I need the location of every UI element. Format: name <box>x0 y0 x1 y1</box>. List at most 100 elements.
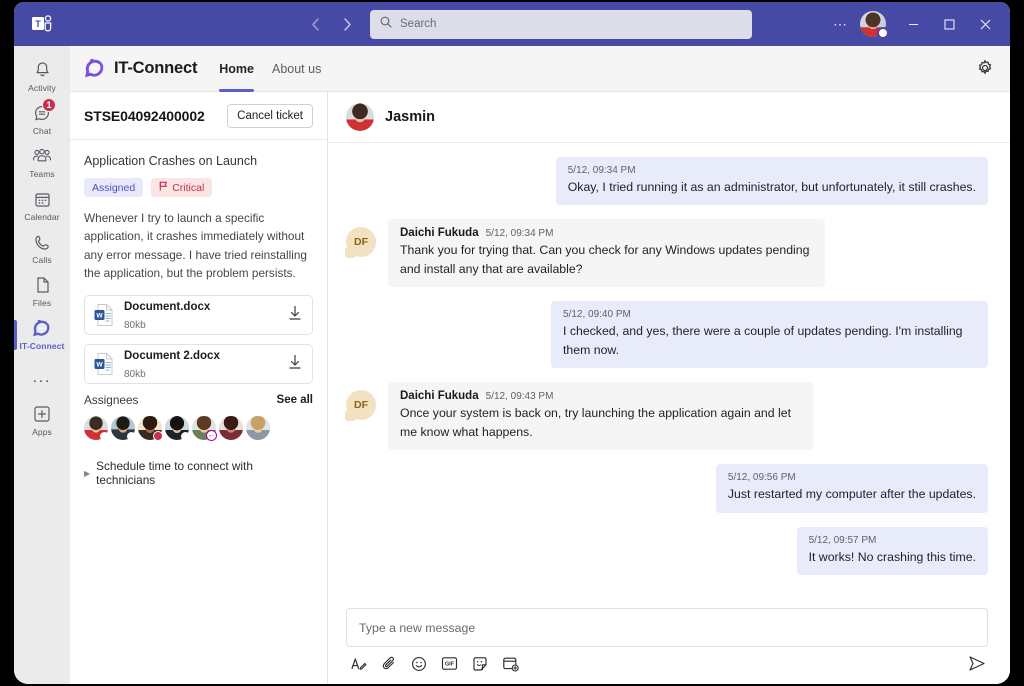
avatar[interactable] <box>219 416 243 441</box>
assignee-avatars: ← <box>84 416 313 442</box>
ticket-description: Whenever I try to launch a specific appl… <box>84 211 307 280</box>
sidebar-item-activity[interactable]: Activity <box>14 54 70 97</box>
avatar[interactable] <box>138 416 163 442</box>
assignees-label: Assignees <box>84 393 139 408</box>
search-placeholder: Search <box>400 18 437 30</box>
message-meta: 5/12, 09:40 PM <box>563 309 976 320</box>
schedule-technicians-label: Schedule time to connect with technician… <box>96 459 253 488</box>
sidebar-item-label: Activity <box>28 83 56 93</box>
message-meta: Daichi Fukuda 5/12, 09:43 PM <box>400 390 801 402</box>
avatar[interactable] <box>111 416 136 442</box>
plus-box-icon <box>30 403 54 425</box>
message-row: DF Daichi Fukuda 5/12, 09:43 PM Once you… <box>345 382 988 451</box>
file-icon <box>30 274 54 296</box>
priority-badge-label: Critical <box>172 181 205 194</box>
sidebar-item-files[interactable]: Files <box>14 269 70 312</box>
message-text: Once your system is back on, try launchi… <box>400 406 791 439</box>
apps-message-icon[interactable] <box>502 656 519 672</box>
sidebar-item-calls[interactable]: Calls <box>14 226 70 269</box>
search-icon <box>380 15 392 33</box>
app-tabs: Home About us <box>219 46 321 92</box>
send-icon[interactable] <box>968 655 986 672</box>
window-controls: ⋯ <box>826 2 1002 46</box>
message-list: 5/12, 09:34 PM Okay, I tried running it … <box>328 143 1010 608</box>
sidebar-item-label: Chat <box>32 126 52 136</box>
teams-people-icon <box>30 145 54 167</box>
ticket-badges: Assigned Critical <box>84 178 313 197</box>
message-bubble[interactable]: 5/12, 09:56 PM Just restarted my compute… <box>715 464 988 513</box>
message-row: 5/12, 09:40 PM I checked, and yes, there… <box>346 301 988 369</box>
message-text: Okay, I tried running it as an administr… <box>567 180 976 194</box>
attachment-card[interactable]: W Document 2.docx 80kb <box>84 344 313 385</box>
attach-icon[interactable] <box>381 655 397 672</box>
message-row: 5/12, 09:34 PM Okay, I tried running it … <box>346 157 988 206</box>
sender-avatar: DF <box>345 219 376 287</box>
attachment-meta: Document 2.docx 80kb <box>124 346 288 382</box>
svg-text:W: W <box>96 362 103 369</box>
attachment-name: Document.docx <box>124 301 211 314</box>
attachment-meta: Document.docx 80kb <box>124 297 288 333</box>
maximize-icon[interactable] <box>932 9 966 39</box>
sender-avatar: DF <box>345 382 376 450</box>
schedule-technicians-row[interactable]: ▶ Schedule time to connect with technici… <box>84 459 313 487</box>
emoji-icon[interactable] <box>411 656 427 672</box>
app-area: IT-Connect Home About us STSE04092400002… <box>70 46 1010 684</box>
message-bubble[interactable]: 5/12, 09:40 PM I checked, and yes, there… <box>551 301 988 369</box>
message-row: 5/12, 09:57 PM It works! No crashing thi… <box>346 526 988 575</box>
tab-about-us[interactable]: About us <box>272 46 321 92</box>
gear-icon[interactable] <box>976 59 994 82</box>
sidebar-item-chat[interactable]: 1 Chat <box>14 97 70 140</box>
phone-icon <box>30 231 54 253</box>
avatar[interactable] <box>84 416 109 442</box>
search-input[interactable]: Search <box>370 9 752 39</box>
ticket-title: Application Crashes on Launch <box>84 154 258 168</box>
ellipsis-icon[interactable]: ⋯ <box>826 10 854 38</box>
avatar[interactable] <box>246 416 270 441</box>
message-meta: 5/12, 09:34 PM <box>568 165 976 176</box>
it-connect-icon <box>30 317 54 339</box>
cancel-ticket-button[interactable]: Cancel ticket <box>227 103 313 128</box>
avatar-initials: DF <box>345 227 376 259</box>
teams-window: T Search ⋯ Activity 1 Chat Teams Calenda… <box>14 2 1010 684</box>
download-icon[interactable] <box>288 305 302 326</box>
format-icon[interactable] <box>350 655 367 672</box>
attachment-size: 80kb <box>124 320 146 332</box>
message-bubble[interactable]: 5/12, 09:34 PM Okay, I tried running it … <box>555 157 988 206</box>
message-input[interactable]: Type a new message <box>346 608 988 647</box>
chat-icon: 1 <box>30 98 56 124</box>
chat-panel: Jasmin 5/12, 09:34 PM Okay, I tried runn… <box>328 92 1010 684</box>
sidebar-item-apps[interactable]: Apps <box>14 398 70 441</box>
close-icon[interactable] <box>968 9 1002 39</box>
message-bubble[interactable]: Daichi Fukuda 5/12, 09:43 PM Once your s… <box>388 382 813 451</box>
attachment-card[interactable]: W Document.docx 80kb <box>84 295 313 336</box>
avatar[interactable]: ← <box>192 416 217 442</box>
download-icon[interactable] <box>288 354 302 375</box>
message-meta: 5/12, 09:57 PM <box>809 535 976 546</box>
chat-unread-badge: 1 <box>42 98 56 112</box>
calendar-icon <box>30 188 54 210</box>
avatar[interactable] <box>165 416 190 442</box>
presence-badge-busy <box>153 431 163 442</box>
message-bubble[interactable]: Daichi Fukuda 5/12, 09:34 PM Thank you f… <box>388 219 825 288</box>
giphy-icon[interactable]: GIF <box>441 656 458 671</box>
sidebar-item-it-connect[interactable]: IT-Connect <box>14 312 70 355</box>
sidebar-item-calendar[interactable]: Calendar <box>14 183 70 226</box>
sidebar-item-label: Teams <box>29 169 55 179</box>
message-bubble[interactable]: 5/12, 09:57 PM It works! No crashing thi… <box>796 526 988 575</box>
forward-button[interactable] <box>334 11 360 37</box>
teams-logo-icon: T <box>14 13 70 35</box>
message-text: It works! No crashing this time. <box>808 549 976 564</box>
sidebar-more-button[interactable]: ... <box>33 355 52 392</box>
assignees-header: Assignees See all <box>84 393 313 407</box>
flag-icon <box>159 181 168 194</box>
minimize-icon[interactable] <box>896 9 930 39</box>
see-all-link[interactable]: See all <box>277 394 313 406</box>
attachment-name: Document 2.docx <box>124 350 220 363</box>
sidebar-item-label: Calendar <box>24 212 60 222</box>
message-text: I checked, and yes, there were a couple … <box>563 324 963 357</box>
tab-home[interactable]: Home <box>219 46 254 92</box>
user-avatar[interactable] <box>860 11 889 39</box>
sidebar-item-teams[interactable]: Teams <box>14 140 70 183</box>
back-button[interactable] <box>302 11 328 37</box>
sticker-icon[interactable] <box>472 656 488 672</box>
